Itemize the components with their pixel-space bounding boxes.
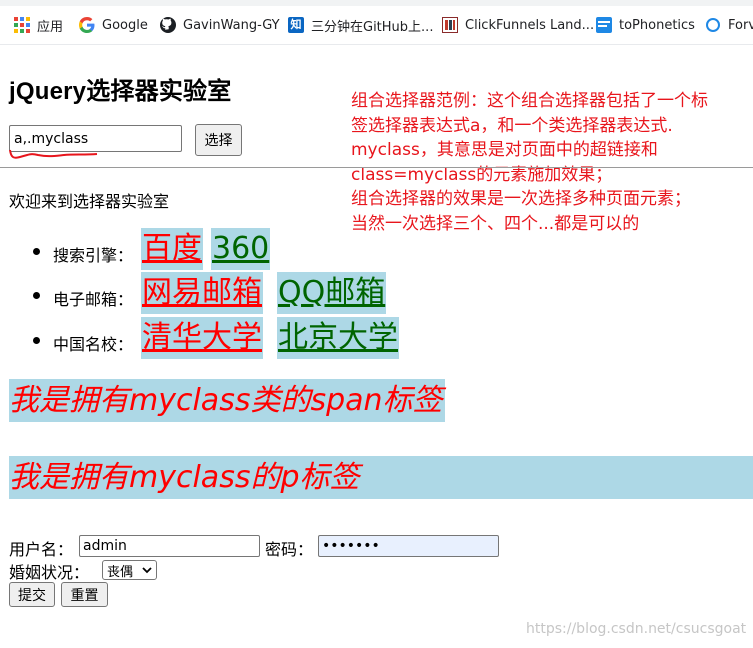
tophonetics-icon — [596, 17, 612, 33]
apps-grid-icon — [14, 17, 30, 33]
bookmark-label: Google — [102, 17, 148, 33]
watermark: https://blog.csdn.net/csucsgoat — [526, 621, 747, 637]
bookmark-label: 三分钟在GitHub上... — [311, 19, 434, 35]
selected-option: 丧偶 — [107, 564, 134, 580]
welcome-text: 欢迎来到选择器实验室 — [9, 192, 170, 211]
google-icon — [79, 17, 95, 33]
note-line: 签选择器表达式a，和一个类选择器表达式. — [351, 115, 673, 136]
bookmark-label: toPhonetics — [619, 17, 695, 33]
note-line: myclass，其意思是对页面中的超链接和 — [351, 140, 658, 160]
password-label: 密码： — [265, 540, 314, 559]
bookmarks-bar: 应用 Google GavinWang-GY 知 三分钟在GitHub上... — [0, 0, 753, 45]
category-label: 电子邮箱： — [53, 290, 134, 309]
zhihu-icon: 知 — [288, 17, 304, 33]
select-button[interactable]: 选择 — [195, 124, 242, 156]
link-baidu[interactable]: 百度 — [141, 228, 203, 270]
divider — [0, 167, 753, 168]
bullet — [33, 337, 40, 344]
reset-button[interactable]: 重置 — [61, 582, 108, 607]
bookmark-label: Forv — [728, 17, 753, 33]
red-squiggle-underline — [9, 149, 98, 159]
marital-status-select[interactable]: 丧偶 — [102, 560, 157, 580]
tab-strip-edge — [0, 0, 753, 6]
link-peking[interactable]: 北京大学 — [277, 317, 399, 359]
link-163-mail[interactable]: 网易邮箱 — [141, 272, 263, 314]
chevron-down-icon — [142, 567, 152, 574]
submit-button[interactable]: 提交 — [9, 582, 55, 607]
marital-status-label: 婚姻状况： — [9, 563, 90, 582]
explanation-note: 组合选择器范例：这个组合选择器包括了一个标 签选择器表达式a，和一个类选择器表达… — [351, 89, 753, 236]
link-360[interactable]: 360 — [211, 228, 271, 270]
username-field[interactable] — [79, 535, 260, 557]
bookmark-apps[interactable]: 应用 — [14, 14, 63, 36]
bookmark-github[interactable]: GavinWang-GY — [160, 14, 280, 36]
category-label: 中国名校： — [53, 335, 134, 354]
note-line: 当然一次选择三个、四个...都是可以的 — [351, 213, 640, 234]
username-label: 用户名： — [9, 540, 74, 559]
forvo-icon — [705, 17, 721, 33]
bookmark-forvo[interactable]: Forv — [705, 14, 753, 36]
page-title: jQuery选择器实验室 — [9, 78, 232, 105]
note-line: 组合选择器范例：这个组合选择器包括了一个标 — [351, 91, 708, 111]
clickfunnels-icon — [442, 17, 458, 33]
bookmark-clickfunnels[interactable]: ClickFunnels Land... — [442, 14, 594, 36]
link-qq-mail[interactable]: QQ邮箱 — [277, 272, 387, 314]
bookmark-tophonetics[interactable]: toPhonetics — [596, 14, 695, 36]
bookmark-label: ClickFunnels Land... — [465, 17, 595, 33]
link-tsinghua[interactable]: 清华大学 — [141, 317, 263, 359]
bookmark-zhihu[interactable]: 知 三分钟在GitHub上... — [288, 14, 433, 36]
bookmark-google[interactable]: Google — [79, 14, 148, 36]
bullet — [33, 248, 40, 255]
myclass-span: 我是拥有myclass类的span标签 — [9, 379, 445, 422]
bullet — [33, 292, 40, 299]
bookmark-label: GavinWang-GY — [183, 17, 280, 33]
page-content: jQuery选择器实验室 组合选择器范例：这个组合选择器包括了一个标 签选择器表… — [0, 44, 753, 648]
myclass-paragraph: 我是拥有myclass的p标签 — [9, 456, 753, 499]
note-line: 组合选择器的效果是一次选择多种页面元素； — [351, 189, 691, 209]
password-field[interactable] — [318, 535, 499, 557]
category-label: 搜索引擎： — [53, 246, 134, 265]
bookmark-label: 应用 — [37, 19, 64, 35]
github-icon — [160, 17, 176, 33]
